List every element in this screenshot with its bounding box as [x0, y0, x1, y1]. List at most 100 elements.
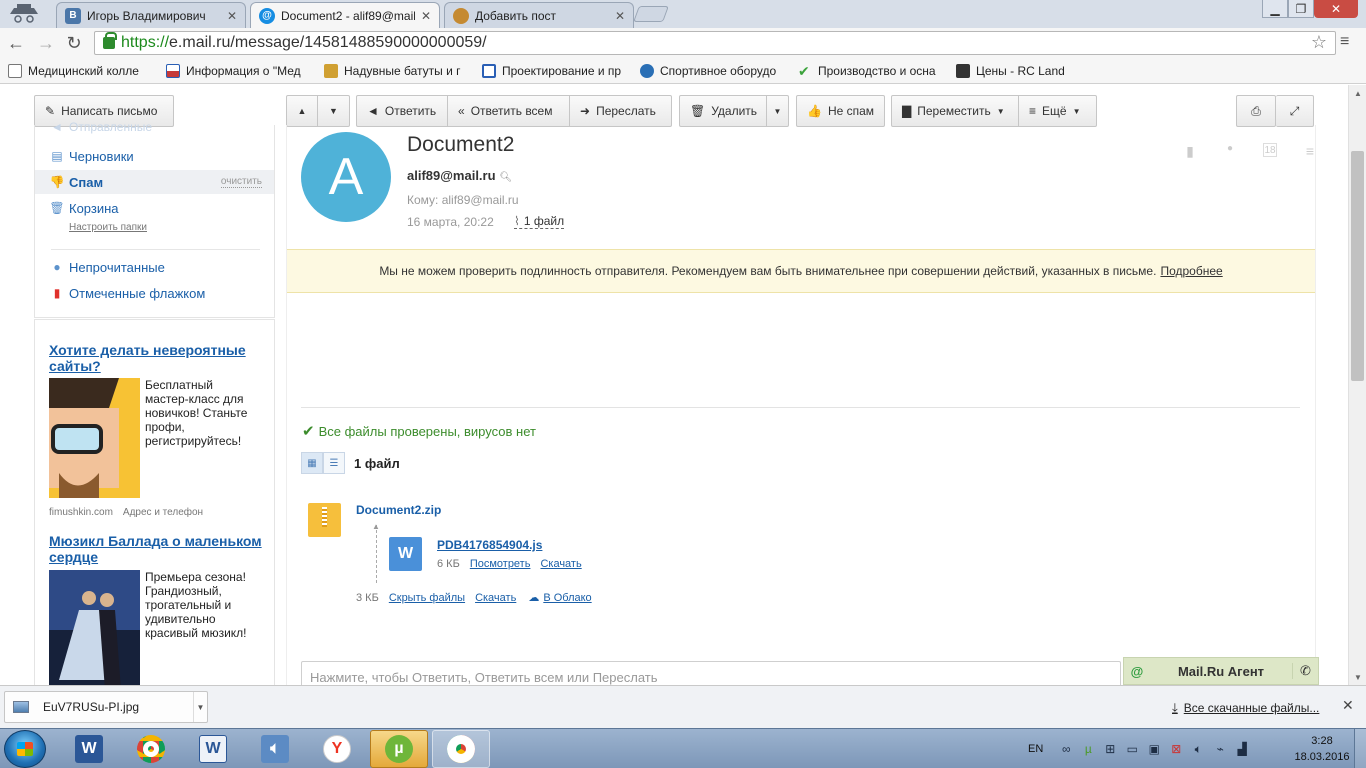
list-view-icon[interactable]: ☰ — [323, 452, 345, 474]
clear-spam-link[interactable]: очистить — [220, 176, 262, 188]
download-archive-link[interactable]: Скачать — [475, 592, 516, 604]
reload-icon[interactable]: ↻ — [64, 33, 84, 53]
scroll-up-icon[interactable]: ▲ — [1349, 85, 1366, 101]
not-spam-button[interactable]: 👍 Не спам — [796, 95, 885, 127]
ad-title[interactable]: Мюзикл Баллада о маленьком сердце — [49, 533, 264, 565]
folder-spam[interactable]: 👎 Спам очистить — [35, 170, 274, 194]
bookmark-star-icon[interactable]: ☆ — [1311, 32, 1327, 53]
signal-icon[interactable]: ▟ — [1233, 742, 1251, 756]
virus-status: ✔ Все файлы проверены, вирусов нет — [302, 423, 536, 440]
move-button[interactable]: ▇ Переместить ▼ — [891, 95, 1019, 127]
taskbar-word[interactable]: W — [60, 730, 118, 768]
delete-dropdown-button[interactable]: ▼ — [767, 95, 789, 127]
quick-reply-input[interactable]: Нажмите, чтобы Ответить, Ответить всем и… — [301, 661, 1121, 685]
ad-image-cartoon[interactable] — [49, 378, 140, 498]
zip-file-icon[interactable] — [308, 503, 341, 537]
previous-message-button[interactable]: ▲ — [286, 95, 318, 127]
window-icon[interactable]: ▭ — [1123, 742, 1141, 756]
bookmark-item[interactable]: Проектирование и пр — [482, 63, 632, 78]
system-clock[interactable]: 3:28 18.03.2016 — [1294, 733, 1350, 765]
fullscreen-button[interactable]: ⤢ — [1276, 95, 1314, 127]
scroll-thumb[interactable] — [1351, 151, 1364, 381]
usb-icon[interactable]: ⌁ — [1211, 742, 1229, 756]
back-arrow-icon[interactable]: ← — [6, 33, 26, 53]
caret-down-icon[interactable]: ▼ — [193, 692, 207, 722]
minimize-button[interactable]: ▁ — [1262, 0, 1288, 18]
close-tab-icon[interactable]: ✕ — [421, 9, 431, 23]
bookmark-item[interactable]: Надувные батуты и г — [324, 63, 474, 78]
magnifier-icon[interactable]: 🔍︎ — [500, 172, 513, 183]
inner-file-name[interactable]: PDB4176854904.js — [437, 538, 542, 552]
bookmark-item[interactable]: Цены - RC Land — [956, 63, 1106, 78]
folder-sent[interactable]: ◄ Отправленные — [35, 120, 274, 134]
ad-site[interactable]: fimushkin.com — [49, 507, 113, 518]
folder-drafts[interactable]: ▤ Черновики — [35, 144, 274, 168]
save-to-cloud-link[interactable]: В Облако — [543, 592, 591, 604]
bookmark-item[interactable]: Спортивное оборудо — [640, 63, 790, 78]
next-message-button[interactable]: ▼ — [318, 95, 350, 127]
forward-arrow-icon[interactable]: → — [36, 33, 56, 53]
start-button[interactable] — [4, 730, 46, 768]
bookmark-icon[interactable]: ▮ — [1170, 143, 1210, 160]
download-item[interactable]: EuV7RUSu-PI.jpg ▼ — [4, 691, 208, 723]
link-icon[interactable]: ∞ — [1057, 742, 1075, 756]
download-file-link[interactable]: Скачать — [540, 558, 581, 570]
close-shelf-icon[interactable]: ✕ — [1342, 697, 1354, 714]
windows-icon[interactable]: ⊞ — [1101, 742, 1119, 756]
chrome-menu-icon[interactable]: ≡ — [1340, 33, 1349, 51]
taskbar-yandex[interactable]: Y — [308, 730, 366, 768]
reply-button[interactable]: ◄ Ответить — [356, 95, 448, 127]
attachments-link[interactable]: ⌇ 1 файл — [514, 215, 565, 229]
network-error-icon[interactable]: ⊠ — [1167, 742, 1185, 756]
address-bar[interactable]: https://e.mail.ru/message/14581488590000… — [94, 31, 1336, 55]
word-file-icon[interactable]: W — [389, 537, 422, 571]
view-file-link[interactable]: Посмотреть — [470, 558, 531, 570]
close-window-button[interactable]: ✕ — [1314, 0, 1358, 18]
ad-title[interactable]: Хотите делать невероятные сайты? — [49, 342, 264, 374]
menu-icon[interactable]: ≡ — [1290, 143, 1330, 160]
folder-trash[interactable]: 🗑 Корзина — [35, 196, 274, 220]
tab-vk[interactable]: В Игорь Владимирович ✕ — [56, 2, 246, 28]
show-desktop-button[interactable] — [1354, 729, 1366, 768]
ad-image-dancers[interactable] — [49, 570, 140, 685]
filter-flagged[interactable]: ▮ Отмеченные флажком — [35, 281, 274, 305]
filter-unread[interactable]: ● Непрочитанные — [35, 255, 274, 279]
taskbar-chrome-active[interactable] — [432, 730, 490, 768]
taskbar-audio[interactable]: 🔈︎ — [246, 730, 304, 768]
tab-add-post[interactable]: Добавить пост ✕ — [444, 2, 634, 28]
hide-files-link[interactable]: Скрыть файлы — [389, 592, 465, 604]
taskbar-chrome[interactable] — [122, 730, 180, 768]
ad-contact-link[interactable]: Адрес и телефон — [123, 507, 203, 518]
bookmark-item[interactable]: Медицинский колле — [8, 63, 158, 78]
learn-more-link[interactable]: Подробнее — [1160, 264, 1222, 278]
tab-mail[interactable]: @ Document2 - alif89@mail. ✕ — [250, 2, 440, 28]
bookmark-item[interactable]: ✔ Производство и осна — [798, 64, 948, 78]
delete-button[interactable]: 🗑 Удалить — [679, 95, 767, 127]
bookmark-item[interactable]: Информация о "Мед — [166, 63, 316, 78]
print-button[interactable]: ⎙ — [1236, 95, 1276, 127]
archive-name[interactable]: Document2.zip — [356, 503, 441, 517]
taskbar-utorrent[interactable]: µ — [370, 730, 428, 768]
scroll-down-icon[interactable]: ▼ — [1349, 669, 1366, 685]
more-button[interactable]: ≡ Ещё ▼ — [1019, 95, 1097, 127]
display-icon[interactable]: ▣ — [1145, 742, 1163, 756]
all-downloads-link[interactable]: ⤓ Все скачанные файлы... — [1172, 700, 1319, 716]
setup-folders-link[interactable]: Настроить папки — [69, 222, 147, 233]
restore-button[interactable]: ❐ — [1288, 0, 1314, 18]
grid-view-icon[interactable]: ▦ — [301, 452, 323, 474]
forward-button[interactable]: ➜ Переслать — [570, 95, 672, 127]
unread-dot-icon[interactable]: ● — [1210, 143, 1250, 160]
phone-icon[interactable]: ✆ — [1292, 663, 1318, 679]
utorrent-tray-icon[interactable]: µ — [1079, 742, 1097, 756]
page-scrollbar[interactable]: ▲ ▼ — [1348, 85, 1366, 685]
reply-all-button[interactable]: «Ответить всем — [448, 95, 570, 127]
taskbar-word-2[interactable]: W — [184, 730, 242, 768]
close-tab-icon[interactable]: ✕ — [615, 9, 625, 23]
language-indicator[interactable]: EN — [1028, 743, 1043, 755]
sender[interactable]: alif89@mail.ru 🔍︎ — [407, 168, 512, 183]
close-tab-icon[interactable]: ✕ — [227, 9, 237, 23]
new-tab-button[interactable] — [633, 6, 669, 22]
calendar-icon[interactable]: 18 — [1263, 143, 1277, 157]
mail-agent-bar[interactable]: @ Mail.Ru Агент ✆ — [1123, 657, 1319, 685]
volume-icon[interactable]: 🔈︎ — [1189, 742, 1207, 757]
